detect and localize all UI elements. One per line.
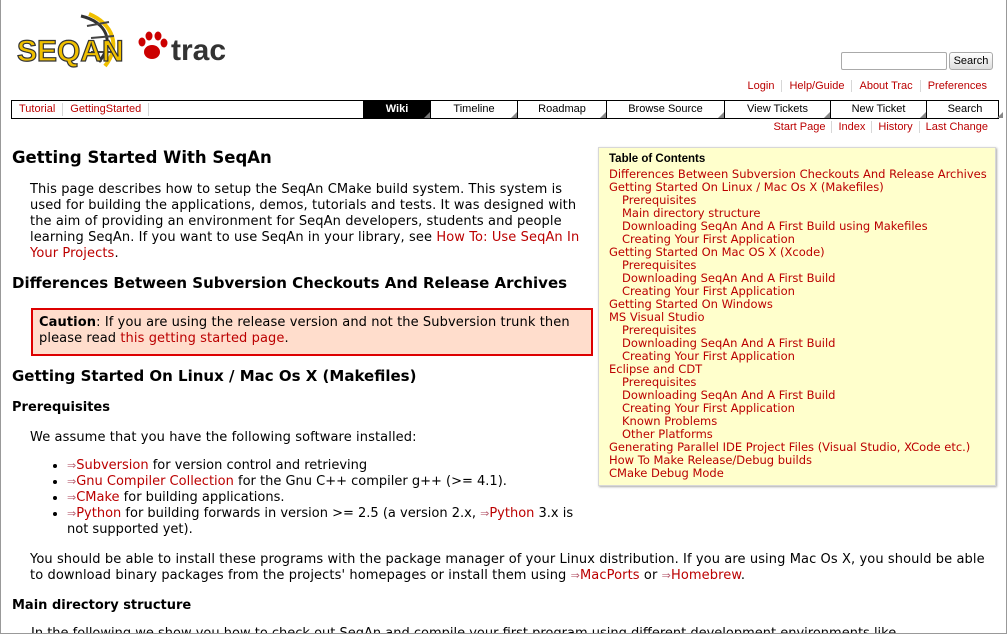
paw-icon xyxy=(138,31,168,59)
breadcrumb-gettingstarted[interactable]: GettingStarted xyxy=(63,103,150,116)
about-trac-link[interactable]: About Trac xyxy=(851,80,919,92)
heading-differences: Differences Between Subversion Checkouts… xyxy=(12,274,568,292)
browser-viewport: SEQAN trac Search Login Help/Guide About… xyxy=(0,0,1007,634)
heading-linux-mac: Getting Started On Linux / Mac Os X (Mak… xyxy=(12,367,417,385)
tab-wiki[interactable]: Wiki xyxy=(363,101,430,118)
login-link[interactable]: Login xyxy=(741,80,782,92)
list-item: Python for building forwards in version … xyxy=(67,506,587,538)
meta-nav: Login Help/Guide About Trac Preferences xyxy=(741,80,994,92)
search-input[interactable] xyxy=(841,52,947,70)
caution-body: : If you are using the release version a… xyxy=(39,315,570,346)
main-nav: Tutorial GettingStarted Wiki Timeline Ro… xyxy=(11,100,1003,119)
homebrew-link[interactable]: Homebrew xyxy=(662,568,741,583)
list-item-text: for the Gnu C++ compiler g++ (>= 4.1). xyxy=(233,474,507,489)
intro-paragraph: This page describes how to setup the Seq… xyxy=(30,182,595,262)
nav-tabs: Wiki Timeline Roadmap Browse Source View… xyxy=(363,101,1003,118)
logo-text-trac: trac xyxy=(171,34,226,67)
tab-new-ticket[interactable]: New Ticket xyxy=(830,101,926,118)
logo-text-seqan: SEQAN xyxy=(17,35,124,68)
list-item: Gnu Compiler Collection for the Gnu C++ … xyxy=(67,474,587,490)
breadcrumb-tutorial[interactable]: Tutorial xyxy=(12,103,64,116)
tab-roadmap[interactable]: Roadmap xyxy=(517,101,606,118)
last-change-link[interactable]: Last Change xyxy=(918,121,994,133)
page-title: Getting Started With SeqAn xyxy=(12,148,272,167)
pkg-or: or xyxy=(639,568,662,583)
caution-box: Caution: If you are using the release ve… xyxy=(31,308,593,356)
python-link-2[interactable]: Python xyxy=(480,506,534,521)
tab-search[interactable]: Search xyxy=(926,101,1003,118)
toc-item[interactable]: CMake Debug Mode xyxy=(609,467,987,480)
caution-end: . xyxy=(284,331,289,346)
start-page-link[interactable]: Start Page xyxy=(767,121,831,133)
seqan-trac-logo[interactable]: SEQAN trac xyxy=(16,12,229,72)
search-button[interactable]: Search xyxy=(949,52,993,70)
preferences-link[interactable]: Preferences xyxy=(919,80,994,92)
caution-label: Caution xyxy=(39,315,97,330)
intro-end: . xyxy=(114,246,119,261)
subversion-link[interactable]: Subversion xyxy=(67,458,149,473)
tab-view-tickets[interactable]: View Tickets xyxy=(724,101,830,118)
pkg-end: . xyxy=(740,568,746,583)
list-item: CMake for building applications. xyxy=(67,490,587,506)
gcc-link[interactable]: Gnu Compiler Collection xyxy=(67,474,234,489)
context-nav: Start Page Index History Last Change xyxy=(767,121,994,133)
assume-text: We assume that you have the following so… xyxy=(30,430,417,445)
package-manager-paragraph: You should be able to install these prog… xyxy=(30,552,990,584)
python-link[interactable]: Python xyxy=(67,506,121,521)
software-list: Subversion for version control and retri… xyxy=(53,458,587,538)
heading-prerequisites: Prerequisites xyxy=(12,400,110,415)
caution-text: Caution: If you are using the release ve… xyxy=(39,315,589,347)
tab-browse-source[interactable]: Browse Source xyxy=(606,101,724,118)
getting-started-page-link[interactable]: this getting started page xyxy=(120,331,284,346)
list-item: Subversion for version control and retri… xyxy=(67,458,587,474)
list-item-text: for version control and retrieving xyxy=(148,458,368,473)
toc-title: Table of Contents xyxy=(609,153,706,165)
toc-list: Differences Between Subversion Checkouts… xyxy=(609,168,987,480)
table-of-contents: Table of Contents Differences Between Su… xyxy=(598,147,996,486)
macports-link[interactable]: MacPorts xyxy=(571,568,640,583)
heading-main-directory: Main directory structure xyxy=(12,598,192,613)
cmake-link[interactable]: CMake xyxy=(67,490,120,505)
breadcrumb: Tutorial GettingStarted xyxy=(12,101,150,118)
history-link[interactable]: History xyxy=(871,121,918,133)
pkg-text: You should be able to install these prog… xyxy=(30,552,985,583)
tab-timeline[interactable]: Timeline xyxy=(430,101,517,118)
index-link[interactable]: Index xyxy=(831,121,871,133)
cut-off-text: In the following we show you how to chec… xyxy=(31,626,897,634)
list-item-text: for building applications. xyxy=(119,490,285,505)
list-item-text: for building forwards in version >= 2.5 … xyxy=(121,506,481,521)
help-guide-link[interactable]: Help/Guide xyxy=(781,80,851,92)
